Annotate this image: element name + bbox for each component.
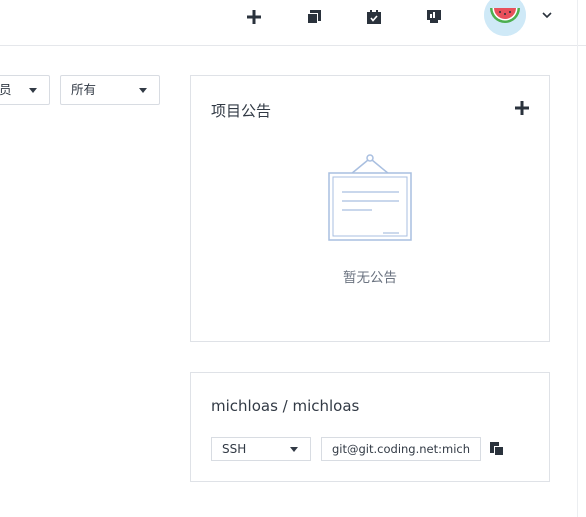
page: 员 所有 项目公告 暂无公告 michloas / michloas SSH g… [0,0,586,517]
tasks-button[interactable] [360,6,388,28]
scrollbar-track [577,0,578,517]
announcement-title: 项目公告 [211,102,272,120]
status-filter-value: 所有 [71,82,97,97]
watermelon-avatar-icon [484,0,526,36]
clone-url-input[interactable] [321,437,481,461]
repository-card: michloas / michloas SSH [190,372,550,482]
plus-icon [515,101,529,115]
empty-board-illustration [328,154,412,241]
add-announcement-button[interactable] [515,100,529,115]
announcement-card: 项目公告 暂无公告 [190,75,550,342]
plus-icon [247,10,261,24]
create-button[interactable] [240,6,268,28]
empty-announcement-text: 暂无公告 [343,270,397,286]
caret-down-icon [290,447,298,452]
top-navigation-bar [0,0,586,46]
calendar-check-icon [367,10,381,24]
copy-icon [490,442,504,456]
clone-protocol-select[interactable]: SSH [211,437,311,461]
repository-title[interactable]: michloas / michloas [211,397,359,415]
board-button[interactable] [420,6,448,28]
presentation-board-icon [427,10,441,23]
status-filter-select[interactable]: 所有 [60,75,160,105]
caret-down-icon [139,88,147,93]
member-filter-select[interactable]: 员 [0,75,50,105]
caret-down-icon [29,88,37,93]
copy-url-button[interactable] [489,441,505,457]
chevron-down-icon [542,12,552,19]
projects-button[interactable] [300,6,328,28]
clone-protocol-value: SSH [222,442,247,456]
user-avatar[interactable] [484,0,526,36]
copy-stack-icon [307,10,321,24]
user-menu-dropdown[interactable] [540,7,554,21]
member-filter-value: 员 [0,82,12,97]
